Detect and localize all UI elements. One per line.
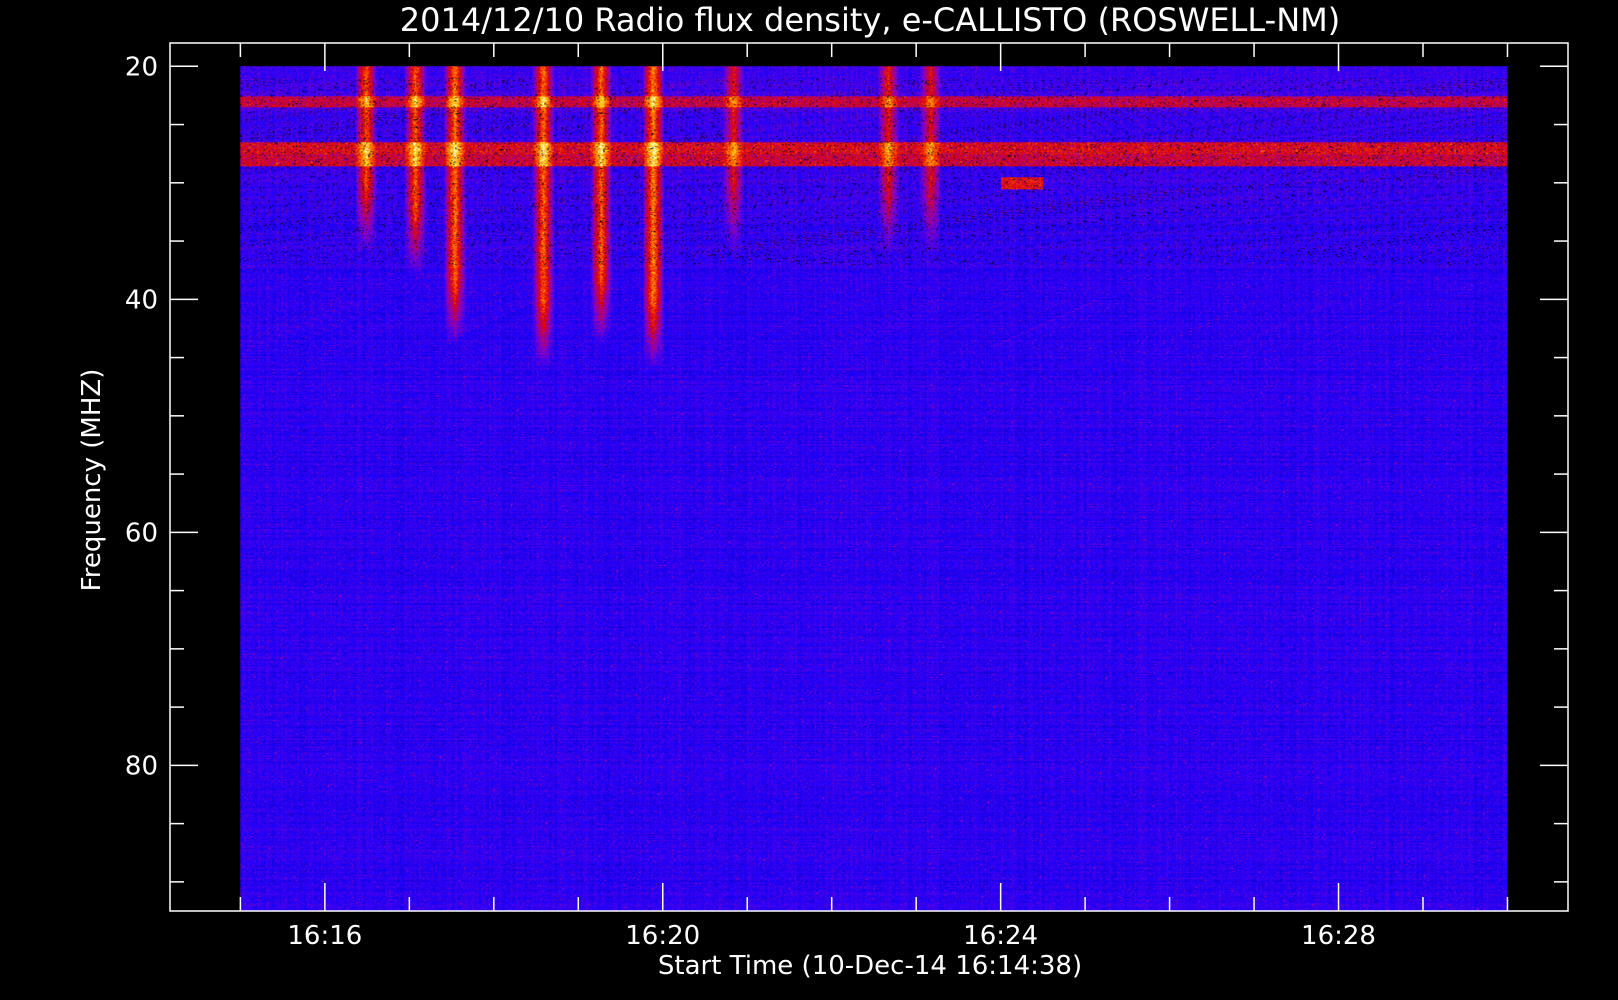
- y-tick-label: 20: [125, 52, 158, 82]
- chart-title: 2014/12/10 Radio flux density, e-CALLIST…: [400, 1, 1340, 39]
- x-tick-label: 16:16: [287, 921, 362, 951]
- spectrogram-heatmap: [240, 66, 1508, 912]
- x-tick-label: 16:24: [963, 921, 1038, 951]
- y-tick-label: 80: [125, 751, 158, 781]
- heatmap-image: [240, 66, 1508, 912]
- x-tick-label: 16:28: [1301, 921, 1376, 951]
- y-tick-labels: 20 40 60 80: [125, 52, 158, 781]
- y-tick-label: 40: [125, 285, 158, 315]
- x-axis-label: Start Time (10-Dec-14 16:14:38): [658, 951, 1082, 981]
- x-tick-label: 16:20: [625, 921, 700, 951]
- x-tick-labels: 16:16 16:20 16:24 16:28: [287, 921, 1376, 951]
- y-axis-label: Frequency (MHZ): [77, 369, 107, 592]
- spectrogram-chart: 2014/12/10 Radio flux density, e-CALLIST…: [77, 1, 1569, 981]
- y-tick-label: 60: [125, 518, 158, 548]
